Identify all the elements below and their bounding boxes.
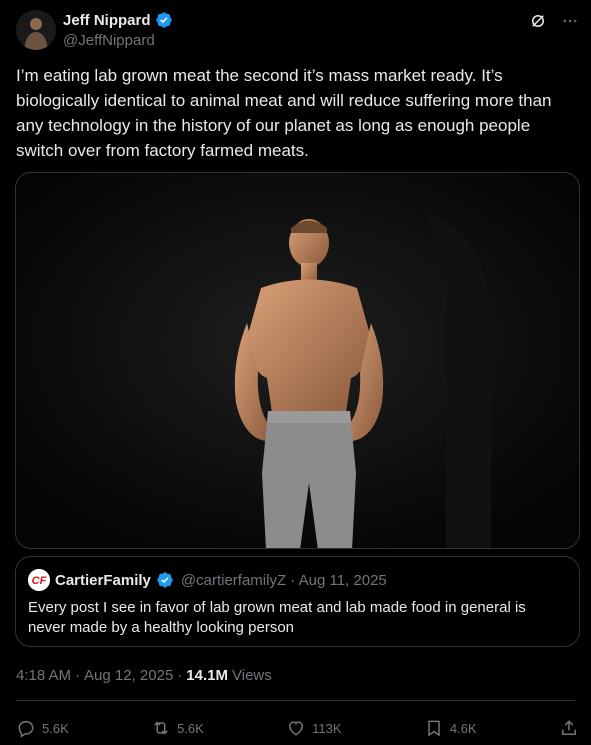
quote-verified-badge-icon [156, 571, 174, 589]
like-count: 113K [312, 720, 342, 736]
avatar-photo [16, 10, 56, 50]
action-bar: 5.6K 5.6K 113K 4.6K [16, 716, 579, 740]
quote-text: Every post I see in favor of lab grown m… [28, 599, 526, 636]
tweet-metadata: 4:18 AM · Aug 12, 2025 · 14.1M Views [16, 665, 272, 685]
tweet-header: Jeff Nippard @JeffNippard [16, 10, 579, 54]
tweet-image[interactable] [15, 172, 580, 549]
grok-icon[interactable] [529, 12, 547, 30]
reply-button[interactable]: 5.6K [16, 718, 69, 738]
tweet-date[interactable]: Aug 12, 2025 [84, 667, 173, 684]
quote-date[interactable]: Aug 11, 2025 [299, 572, 387, 589]
meta-separator: · [75, 666, 81, 684]
divider [16, 700, 575, 701]
reply-icon [18, 721, 34, 738]
quote-avatar-text: CF [32, 575, 47, 587]
meta-separator: · [290, 571, 296, 589]
author-handle[interactable]: @JeffNippard [63, 32, 155, 49]
views-count: 14.1M [186, 666, 228, 684]
author-avatar[interactable] [16, 10, 56, 50]
quote-author-name[interactable]: CartierFamily [55, 572, 151, 589]
repost-icon [154, 721, 168, 735]
bookmark-icon [428, 720, 440, 737]
bookmark-count: 4.6K [449, 720, 477, 736]
repost-count: 5.6K [177, 720, 204, 736]
share-button[interactable] [559, 718, 579, 738]
quoted-tweet[interactable]: CF CartierFamily @cartierfamilyZ · Aug 1… [15, 556, 580, 647]
like-button[interactable]: 113K [286, 718, 342, 738]
share-icon [561, 720, 576, 735]
tweet-photo [16, 173, 579, 548]
more-icon[interactable] [561, 12, 579, 30]
quote-author-handle[interactable]: @cartierfamilyZ [181, 572, 286, 589]
author-display-name[interactable]: Jeff Nippard [63, 12, 151, 29]
meta-separator: · [177, 666, 183, 684]
bookmark-button[interactable]: 4.6K [424, 718, 477, 738]
tweet-time[interactable]: 4:18 AM [16, 667, 71, 684]
reply-count: 5.6K [42, 720, 69, 736]
quote-author-avatar[interactable]: CF [28, 569, 50, 591]
repost-button[interactable]: 5.6K [151, 718, 204, 738]
heart-icon [289, 721, 304, 736]
verified-badge-icon [155, 11, 173, 29]
tweet-text: I’m eating lab grown meat the second it’… [16, 66, 552, 160]
views-label: Views [232, 666, 272, 684]
